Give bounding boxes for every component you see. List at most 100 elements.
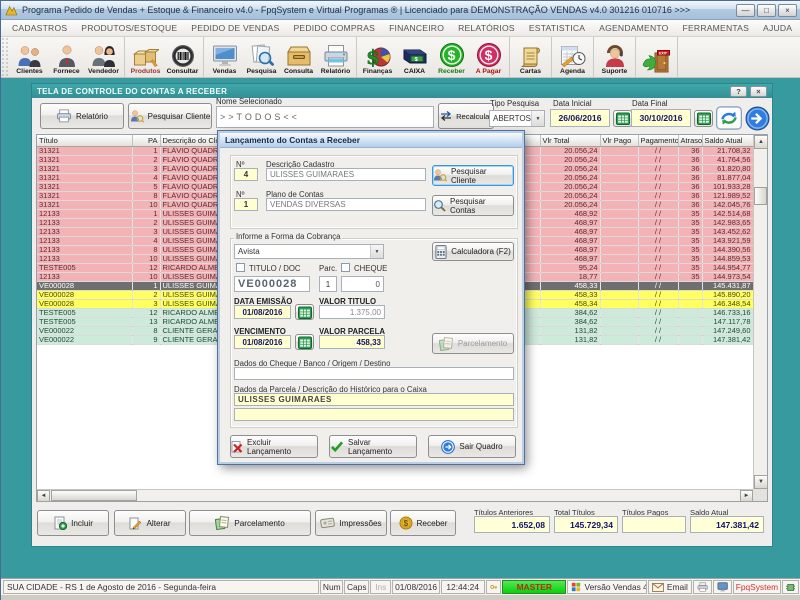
incluir-button[interactable]: Incluir	[37, 510, 109, 536]
sair-quadro-button[interactable]: Sair Quadro	[428, 435, 516, 458]
scroll-right-icon[interactable]: ►	[740, 490, 753, 502]
menu-item-ferramentas[interactable]: FERRAMENTAS	[676, 23, 757, 33]
window-bottom-edge	[1, 595, 800, 600]
column-header-vlr-total[interactable]: Vlr Total	[540, 135, 600, 146]
menu-item-estatistica[interactable]: ESTATISTICA	[522, 23, 592, 33]
dados-cheque-input[interactable]	[234, 367, 514, 380]
toolbar-button-caixa[interactable]: $CAIXA	[396, 37, 433, 77]
toolbar-button-relatorio[interactable]: Relatório	[317, 37, 354, 77]
cadastro-num-field[interactable]: 4	[234, 168, 258, 181]
window-titlebar: Programa Pedido de Vendas + Estoque & Fi…	[1, 1, 800, 20]
data-final-input[interactable]: 30/10/2016	[631, 109, 691, 127]
parc-field[interactable]: 1	[319, 276, 337, 292]
status-version: Versão Vendas 4.0	[567, 580, 646, 594]
dados-parcela-input[interactable]: ULISSES GUIMARAES	[234, 393, 514, 406]
toolbar-button-financas[interactable]: $Finanças	[359, 37, 396, 77]
close-button[interactable]: ×	[778, 4, 797, 17]
descricao-cadastro-field[interactable]: ULISSES GUIMARAES	[266, 168, 426, 181]
data-final-calendar-button[interactable]	[694, 110, 713, 127]
barcode-icon	[170, 42, 196, 68]
valor-parcela-field[interactable]: 458,33	[319, 335, 385, 349]
next-button[interactable]	[745, 106, 770, 131]
toolbar-button-cartas[interactable]: Cartas	[512, 37, 549, 77]
nome-selecionado-input[interactable]: >>TODOS<<	[216, 106, 434, 128]
data-inicial-calendar-button[interactable]	[613, 110, 632, 127]
alterar-button[interactable]: Alterar	[114, 510, 186, 536]
parcelamento-dialog-button[interactable]: Parcelamento	[432, 333, 514, 354]
horizontal-scrollbar[interactable]: ◄ ►	[37, 489, 753, 501]
exit-icon: EXIT	[641, 49, 673, 75]
recalcular-button[interactable]: Recalcular	[438, 103, 494, 129]
menu-item-cadastros[interactable]: CADASTROS	[5, 23, 74, 33]
toolbar-button-a-pagar[interactable]: $A Pagar	[470, 37, 507, 77]
relatorio-button[interactable]: Relatório	[40, 103, 124, 129]
excluir-lancamento-button[interactable]: Excluir Lançamento	[230, 435, 318, 458]
toolbar-button-exit-icon[interactable]: EXIT	[638, 37, 675, 77]
dados-parcela-input-2[interactable]	[234, 408, 514, 421]
toolbar-button-vendas[interactable]: Vendas	[206, 37, 243, 77]
plano-contas-field[interactable]: VENDAS DIVERSAS	[266, 198, 426, 211]
column-header-saldo-atual[interactable]: Saldo Atual	[702, 135, 753, 146]
column-header-vlr-pago[interactable]: Vlr Pago	[600, 135, 638, 146]
plano-num-field[interactable]: 1	[234, 198, 258, 211]
toolbar-button-clientes[interactable]: Clientes	[11, 37, 48, 77]
svg-text:$: $	[447, 47, 455, 63]
horizontal-scroll-thumb[interactable]	[51, 490, 137, 501]
menu-item-ajuda[interactable]: AJUDA	[756, 23, 799, 33]
forma-cobranca-select[interactable]: Avista ▼	[234, 244, 384, 259]
scroll-left-icon[interactable]: ◄	[37, 490, 50, 502]
minimize-button[interactable]: —	[736, 4, 755, 17]
column-header-atraso[interactable]: Atraso	[678, 135, 702, 146]
data-emissao-calendar-button[interactable]	[295, 304, 314, 320]
menu-item-pedido-compras[interactable]: PEDIDO COMPRAS	[286, 23, 382, 33]
toolbar-button-fornece[interactable]: Fornece	[48, 37, 85, 77]
calculadora-button[interactable]: Calculadora (F2)	[432, 242, 514, 261]
vencimento-field[interactable]: 01/08/2016	[234, 335, 291, 349]
menu-item-produtos-estoque[interactable]: PRODUTOS/ESTOQUE	[74, 23, 184, 33]
data-inicial-input[interactable]: 26/06/2016	[550, 109, 610, 127]
cheque-field[interactable]: 0	[341, 276, 384, 292]
maximize-button[interactable]: □	[757, 4, 776, 17]
cheque-checkbox[interactable]	[341, 263, 350, 272]
monitor-status-icon[interactable]	[713, 580, 732, 594]
menu-item-relatorios[interactable]: RELATÓRIOS	[451, 23, 522, 33]
dialog-pesquisar-cliente-button[interactable]: Pesquisar Cliente	[432, 165, 514, 186]
titulo-doc-checkbox[interactable]	[236, 263, 245, 272]
toolbar-button-receber[interactable]: $Receber	[433, 37, 470, 77]
scroll-down-icon[interactable]: ▼	[754, 475, 768, 489]
panel-close-button[interactable]: ×	[750, 86, 767, 97]
receber-button[interactable]: $Receber	[390, 510, 456, 536]
column-header-pa[interactable]: PA	[132, 135, 160, 146]
menu-item-pedido-de-vendas[interactable]: PEDIDO DE VENDAS	[184, 23, 286, 33]
toolbar-button-produtos[interactable]: Produtos	[127, 37, 164, 77]
column-header-pagamento[interactable]: Pagamento	[638, 135, 678, 146]
scroll-up-icon[interactable]: ▲	[754, 135, 768, 149]
tipo-pesquisa-select[interactable]: ABERTOS ▼	[489, 110, 545, 127]
vertical-scrollbar[interactable]: ▲ ▼	[753, 135, 767, 489]
toolbar-button-consulta[interactable]: Consulta	[280, 37, 317, 77]
column-header-titulo[interactable]: Título	[37, 135, 132, 146]
menu-item-agendamento[interactable]: AGENDAMENTO	[592, 23, 675, 33]
status-email[interactable]: Email	[648, 580, 692, 594]
vencimento-calendar-button[interactable]	[295, 334, 314, 350]
toolbar-button-vendedor[interactable]: Vendedor	[85, 37, 122, 77]
refresh-button[interactable]	[716, 106, 742, 130]
toolbar-button-suporte[interactable]: Suporte	[596, 37, 633, 77]
parcelamento-button[interactable]: Parcelamento	[189, 510, 311, 536]
toolbar-button-agenda[interactable]: Agenda	[554, 37, 591, 77]
titulo-doc-field[interactable]: VE000028	[234, 276, 310, 292]
data-emissao-field[interactable]: 01/08/2016	[234, 305, 291, 319]
pesquisar-contas-button[interactable]: Pesquisar Contas	[432, 195, 514, 216]
search-doc-icon	[249, 42, 275, 68]
printer-status-icon[interactable]	[693, 580, 712, 594]
vertical-scroll-thumb[interactable]	[754, 187, 767, 205]
panel-help-button[interactable]: ?	[730, 86, 747, 97]
toolbar-button-consultar[interactable]: Consultar	[164, 37, 201, 77]
valor-titulo-field[interactable]: 1.375,00	[319, 305, 385, 319]
pesquisar-cliente-button[interactable]: Pesquisar Cliente	[128, 103, 212, 129]
salvar-lancamento-button[interactable]: Salvar Lançamento	[329, 435, 417, 458]
dialog-titlebar[interactable]: Lançamento do Contas a Receber	[220, 133, 522, 148]
toolbar-button-pesquisa[interactable]: Pesquisa	[243, 37, 280, 77]
impressoes-button[interactable]: Impressões	[315, 510, 387, 536]
menu-item-financeiro[interactable]: FINANCEIRO	[382, 23, 451, 33]
